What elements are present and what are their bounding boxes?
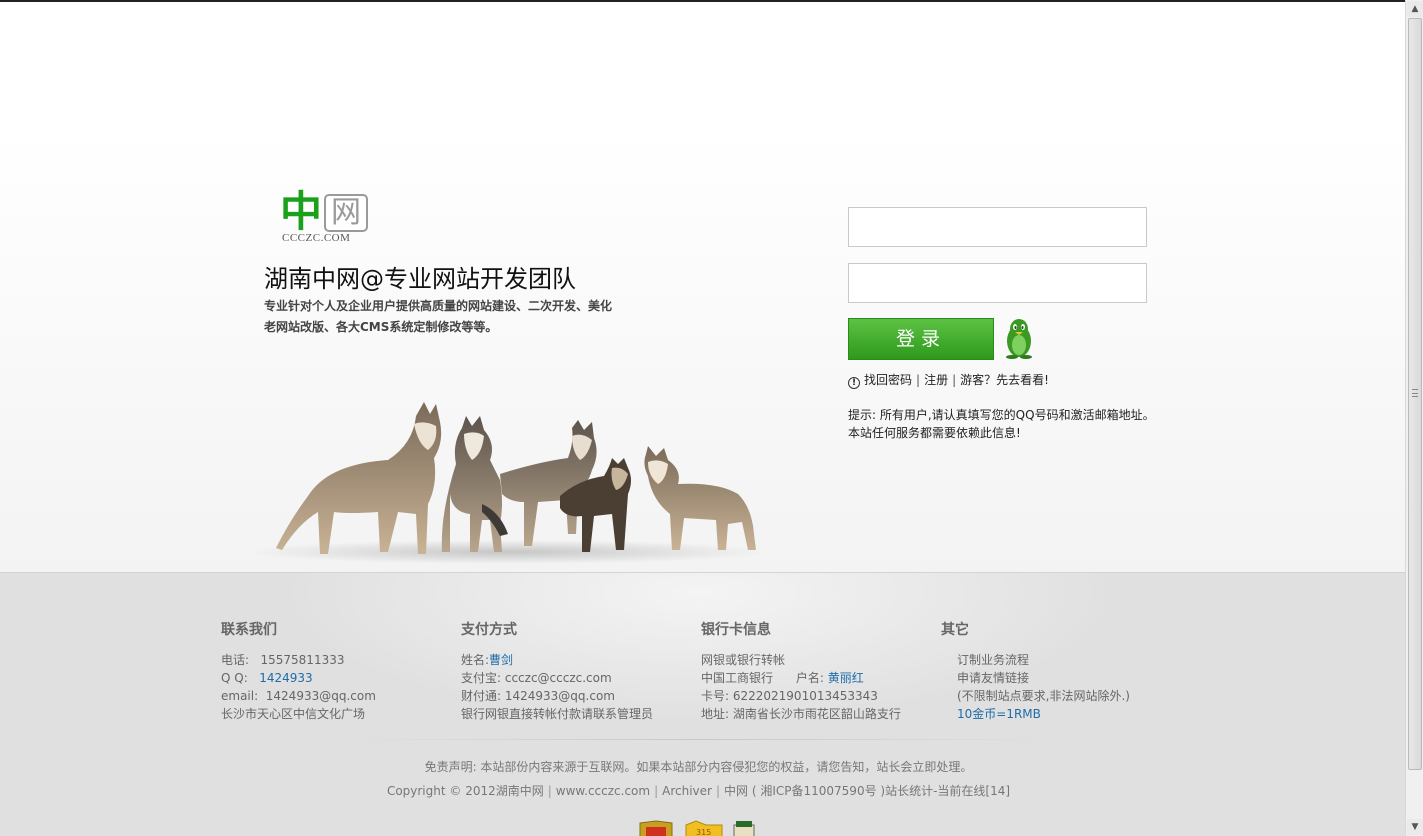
name-link[interactable]: 曹剑 bbox=[489, 653, 513, 667]
hero-description-line1: 专业针对个人及企业用户提供高质量的网站建设、二次开发、美化 bbox=[264, 299, 613, 313]
footer-bank: 银行卡信息 网银或银行转帐 中国工商银行 户名: 黄丽红 卡号: 6222021… bbox=[701, 621, 901, 723]
shield-badge-icon bbox=[639, 820, 673, 836]
email-value: 1424933@qq.com bbox=[265, 689, 376, 703]
scrollbar-grip-icon bbox=[1412, 389, 1418, 397]
guest-link[interactable]: 游客？先去看看! bbox=[960, 373, 1049, 387]
link-separator: | bbox=[952, 373, 957, 387]
hero-headline: 湖南中网@专业网站开发团队 bbox=[264, 265, 576, 293]
account-links: ! 找回密码 | 注册 | 游客？先去看看! bbox=[848, 371, 1049, 389]
logo-mark-wang: 网 bbox=[324, 194, 368, 232]
payment-tenpay: 财付通: 1424933@qq.com bbox=[461, 689, 615, 703]
contact-qq: Q Q: 1424933 bbox=[221, 669, 376, 687]
contact-phone: 电话: 15575811333 bbox=[221, 651, 376, 669]
other-gold-rate[interactable]: 10金币=1RMB bbox=[941, 705, 1130, 723]
phone-value: 15575811333 bbox=[260, 653, 345, 667]
login-tip-line1: 提示: 所有用户,请认真填写您的QQ号码和激活邮箱地址。 bbox=[848, 408, 1155, 422]
phone-label: 电话: bbox=[221, 653, 250, 667]
logo-mark-zhong: 中 bbox=[280, 187, 323, 236]
contact-email: email: 1424933@qq.com bbox=[221, 687, 376, 705]
info-icon: ! bbox=[848, 377, 860, 389]
svg-text:315: 315 bbox=[696, 828, 711, 836]
hero-description: 专业针对个人及企业用户提供高质量的网站建设、二次开发、美化 老网站改版、各大CM… bbox=[264, 296, 644, 338]
footer-other: 其它 订制业务流程 申请友情链接 (不限制站点要求,非法网站除外.) 10金币=… bbox=[941, 621, 1130, 723]
footer-payment-title: 支付方式 bbox=[461, 622, 517, 638]
logo-subtitle: CCCZC.COM bbox=[282, 232, 351, 244]
qq-link[interactable]: 1424933 bbox=[259, 671, 312, 685]
payment-alipay: 支付宝: ccczc@ccczc.com bbox=[461, 671, 612, 685]
footer-divider bbox=[350, 739, 1050, 740]
bank-name: 中国工商银行 bbox=[701, 671, 774, 685]
payment-name: 姓名:曹剑 bbox=[461, 651, 653, 669]
footer-copyright: Copyright © 2012湖南中网 | www.ccczc.com | Archi… bbox=[0, 782, 1397, 799]
qq-label: Q Q: bbox=[221, 671, 248, 685]
site-link[interactable]: www.ccczc.com bbox=[556, 784, 650, 798]
name-label: 姓名: bbox=[461, 653, 490, 667]
vertical-scrollbar[interactable]: ▲ ▼ bbox=[1405, 0, 1423, 836]
email-label: email: bbox=[221, 689, 259, 703]
bank-card: 卡号: 6222021901013453343 bbox=[701, 689, 878, 703]
copyright-text: Copyright © 2012湖南中网 bbox=[386, 784, 544, 798]
hero-description-line2: 老网站改版、各大CMS系统定制修改等等。 bbox=[264, 320, 498, 334]
site-logo[interactable]: 中 网 CCCZC.COM bbox=[280, 190, 372, 246]
forgot-password-link[interactable]: 找回密码 bbox=[864, 373, 912, 387]
holder-link[interactable]: 黄丽红 bbox=[828, 671, 864, 685]
wolf-5 bbox=[644, 446, 756, 550]
holder-label: 户名: bbox=[795, 671, 824, 685]
bank-address: 地址: 湖南省长沙市雨花区韶山路支行 bbox=[701, 707, 901, 721]
other-friend-link[interactable]: 申请友情链接 bbox=[941, 669, 1130, 687]
footer-payment: 支付方式 姓名:曹剑 支付宝: ccczc@ccczc.com 财付通: 142… bbox=[461, 621, 653, 723]
footer: 联系我们 电话: 15575811333 Q Q: 1424933 email:… bbox=[0, 572, 1405, 836]
bank-name-line: 中国工商银行 户名: 黄丽红 bbox=[701, 669, 901, 687]
star-badge-icon: 315 bbox=[685, 820, 723, 836]
payment-note: 银行网银直接转帐付款请联系管理员 bbox=[461, 707, 654, 721]
login-tip: 提示: 所有用户,请认真填写您的QQ号码和激活邮箱地址。 本站任何服务都需要依赖… bbox=[848, 406, 1168, 442]
login-button[interactable]: 登录 bbox=[848, 318, 994, 360]
copyright-separator: | bbox=[715, 784, 721, 798]
copyright-separator: | bbox=[547, 784, 552, 798]
wolf-1 bbox=[276, 402, 442, 554]
footer-other-title: 其它 bbox=[941, 622, 969, 638]
footer-disclaimer: 免责声明: 本站部份内容来源于互联网。如果本站部分内容侵犯您的权益，请您告知，站… bbox=[424, 760, 973, 774]
wolves-illustration bbox=[248, 402, 768, 564]
scrollbar-thumb[interactable] bbox=[1408, 18, 1422, 770]
scroll-down-arrow-icon[interactable]: ▼ bbox=[1407, 819, 1423, 835]
scroll-up-arrow-icon[interactable]: ▲ bbox=[1407, 1, 1423, 17]
footer-contact-title: 联系我们 bbox=[221, 622, 277, 638]
other-custom-process[interactable]: 订制业务流程 bbox=[941, 651, 1130, 669]
link-separator: | bbox=[916, 373, 921, 387]
contact-address: 长沙市天心区中信文化广场 bbox=[221, 707, 366, 721]
footer-contact: 联系我们 电话: 15575811333 Q Q: 1424933 email:… bbox=[221, 621, 376, 723]
password-input[interactable] bbox=[848, 263, 1147, 303]
footer-bank-title: 银行卡信息 bbox=[701, 622, 771, 638]
wolf-2 bbox=[441, 416, 508, 552]
icp-text[interactable]: 中网 ( 湘ICP备11007590号 )站长统计-当前在线[14] bbox=[724, 784, 1010, 798]
bank-line1: 网银或银行转帐 bbox=[701, 653, 786, 667]
copyright-separator: | bbox=[654, 784, 659, 798]
qq-penguin-icon[interactable] bbox=[1003, 317, 1035, 359]
login-tip-line2: 本站任何服务都需要依赖此信息! bbox=[848, 426, 1021, 440]
trust-badges[interactable]: 315 bbox=[638, 819, 758, 836]
other-note: (不限制站点要求,非法网站除外.) bbox=[957, 689, 1130, 703]
username-input[interactable] bbox=[848, 207, 1147, 247]
archiver-link[interactable]: Archiver bbox=[662, 784, 712, 798]
register-link[interactable]: 注册 bbox=[924, 373, 948, 387]
police-badge-icon bbox=[733, 821, 755, 836]
